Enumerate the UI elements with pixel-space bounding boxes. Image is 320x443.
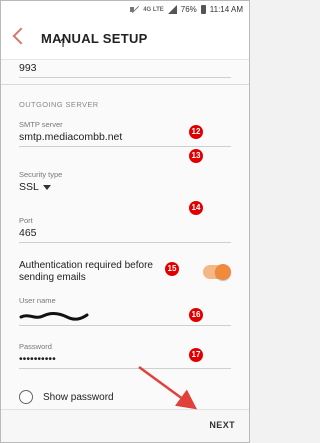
signal-icon: [167, 5, 177, 14]
security-type-select[interactable]: SSL: [19, 181, 231, 193]
toggle-knob: [215, 264, 231, 280]
smtp-port-label: Port: [19, 216, 33, 225]
username-underline: [19, 325, 231, 326]
incoming-port-underline: [19, 77, 231, 78]
show-password-label[interactable]: Show password: [43, 392, 114, 403]
clock: 11:14 AM: [209, 5, 243, 14]
security-type-label: Security type: [19, 170, 63, 179]
mute-icon: [130, 5, 139, 14]
app-header: MANUAL SETUP ↿: [1, 19, 249, 60]
back-arrow-icon[interactable]: [12, 27, 30, 45]
next-button[interactable]: NEXT: [209, 420, 235, 430]
battery-icon: [200, 5, 206, 14]
incoming-port-field[interactable]: 993: [19, 60, 231, 78]
dropdown-arrow-icon: [42, 184, 51, 190]
outgoing-server-header: OUTGOING SERVER: [19, 100, 99, 109]
annotation-badge-15: 15: [165, 262, 179, 276]
smtp-port-field[interactable]: Port 465: [19, 216, 231, 243]
network-type: 4G LTE: [143, 6, 164, 13]
incoming-port-value: 993: [19, 62, 37, 74]
username-underline-wrap: [19, 322, 231, 326]
authentication-label: Authentication required before sending e…: [19, 260, 153, 283]
redacted-username-scribble: [19, 312, 89, 321]
smtp-server-underline: [19, 146, 231, 147]
annotation-badge-13: 13: [189, 149, 203, 163]
smtp-port-underline: [19, 242, 231, 243]
smtp-port-value: 465: [19, 227, 37, 239]
show-password-checkbox[interactable]: [19, 390, 33, 404]
username-field[interactable]: User name: [19, 296, 231, 305]
security-type-value: SSL: [19, 181, 39, 193]
page-title: MANUAL SETUP: [41, 31, 148, 46]
annotation-badge-16: 16: [189, 308, 203, 322]
annotation-badge-12: 12: [189, 125, 203, 139]
phone-screen: 4G LTE 76% 11:14 AM MANUAL SETUP ↿ 993 O…: [0, 0, 250, 443]
security-type-field[interactable]: Security type SSL: [19, 170, 231, 193]
status-bar: 4G LTE 76% 11:14 AM: [1, 1, 249, 19]
mouse-cursor-icon: ↿: [58, 36, 69, 50]
annotation-badge-14: 14: [189, 201, 203, 215]
username-label: User name: [19, 296, 56, 305]
annotation-badge-17: 17: [189, 348, 203, 362]
authentication-toggle[interactable]: [203, 264, 231, 280]
battery-percent: 76%: [180, 5, 197, 14]
password-underline: [19, 368, 231, 369]
section-divider: [1, 84, 249, 85]
form-content: 993 OUTGOING SERVER SMTP server smtp.med…: [1, 60, 249, 442]
status-icons: 4G LTE 76% 11:14 AM: [130, 5, 243, 14]
bottom-bar: NEXT: [1, 409, 249, 442]
